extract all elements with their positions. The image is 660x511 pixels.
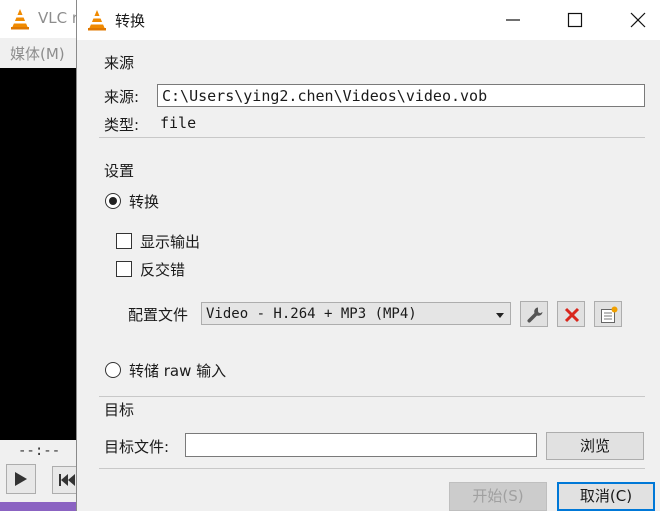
type-value: file [160,114,197,132]
delete-icon [564,307,580,323]
playback-controls: --:-- [0,440,78,511]
destination-file-field[interactable] [185,433,537,457]
dump-raw-radio[interactable] [105,362,121,378]
settings-divider [99,396,645,397]
menu-media[interactable]: 媒体(M) [10,43,65,64]
edit-profile-button[interactable] [520,301,548,327]
close-button[interactable] [615,0,660,40]
destination-section-title: 目标 [104,401,135,419]
deinterlace-checkbox[interactable] [116,261,132,277]
time-display: --:-- [18,443,61,459]
dialog-title: 转换 [115,12,146,30]
new-profile-button[interactable] [594,301,622,327]
type-label: 类型: [104,116,140,134]
destination-file-label: 目标文件: [104,438,170,456]
vlc-cone-icon [88,10,106,31]
source-path-field[interactable]: C:\Users\ying2.chen\Videos\video.vob [157,84,645,107]
start-button[interactable]: 开始(S) [449,482,547,511]
play-icon [15,472,27,486]
wrench-icon [527,307,543,323]
play-button[interactable] [6,464,36,494]
video-area [0,68,78,440]
close-icon [630,12,646,28]
source-divider [99,137,645,138]
show-output-label: 显示输出 [140,233,201,251]
browse-button[interactable]: 浏览 [546,432,644,460]
skip-back-icon [59,474,75,486]
vlc-menubar: 媒体(M) [0,38,78,68]
cancel-button[interactable]: 取消(C) [557,482,655,511]
deinterlace-label: 反交错 [140,261,186,279]
source-label: 来源: [104,88,140,106]
maximize-icon [567,12,583,28]
destination-divider [99,468,645,469]
show-output-checkbox[interactable] [116,233,132,249]
source-section-title: 来源 [104,54,135,72]
dialog-titlebar: 转换 [77,0,660,40]
settings-section-title: 设置 [104,162,135,180]
vlc-main-titlebar: VLC r [0,0,78,38]
minimize-icon [506,19,520,21]
vlc-main-window: VLC r 媒体(M) --:-- [0,0,78,511]
vlc-main-title: VLC r [38,9,79,27]
chevron-down-icon [496,313,504,318]
profile-select[interactable]: Video - H.264 + MP3 (MP4) [201,302,511,325]
dump-raw-label: 转储 raw 输入 [129,362,227,380]
profile-select-value: Video - H.264 + MP3 (MP4) [206,306,417,322]
convert-radio-label: 转换 [129,193,160,211]
convert-dialog: 转换 来源 来源: C:\Users\ying2.chen\Videos\vid… [76,0,660,511]
profile-label: 配置文件 [128,306,189,324]
minimize-button[interactable] [490,0,536,40]
taskbar-strip [0,502,78,511]
previous-button[interactable] [52,466,78,494]
radio-selected-dot [109,197,117,205]
delete-profile-button[interactable] [557,301,585,327]
maximize-button[interactable] [552,0,598,40]
new-profile-icon [601,306,618,323]
convert-radio[interactable] [105,193,121,209]
vlc-cone-icon [11,9,29,30]
